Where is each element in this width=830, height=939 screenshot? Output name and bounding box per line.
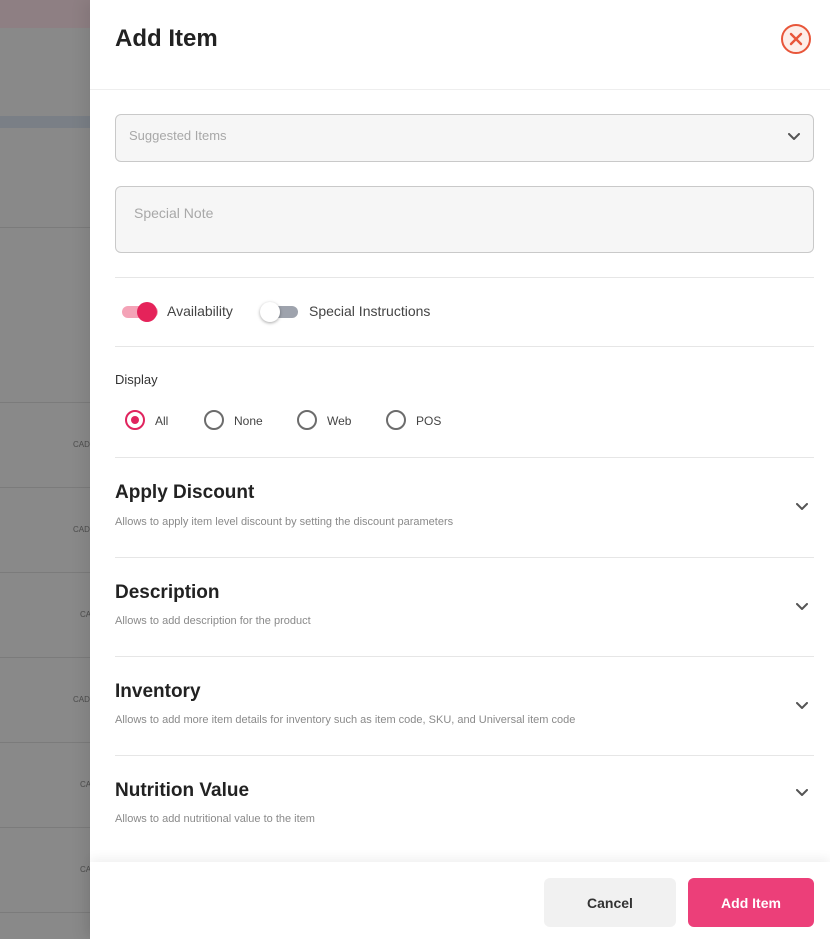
- backdrop-band: [0, 116, 90, 128]
- accordion-inventory[interactable]: Inventory Allows to add more item detail…: [115, 669, 814, 759]
- backdrop-currency-label: CAD: [73, 525, 90, 534]
- display-radio-pos[interactable]: [386, 410, 406, 430]
- toggle-knob: [137, 302, 157, 322]
- divider: [115, 346, 814, 347]
- display-option-pos-label: POS: [416, 414, 442, 428]
- drawer-header: Add Item: [90, 0, 830, 90]
- display-label: Display: [115, 372, 158, 387]
- chevron-down-icon: [796, 702, 808, 709]
- accordion-subtitle: Allows to add description for the produc…: [115, 615, 311, 627]
- close-button[interactable]: [781, 24, 811, 54]
- divider: [115, 755, 814, 756]
- accordion-apply-discount[interactable]: Apply Discount Allows to apply item leve…: [115, 470, 814, 560]
- accordion-title: Nutrition Value: [115, 780, 250, 801]
- backdrop-currency-label: CAD: [73, 440, 90, 449]
- drawer-footer: Cancel Add Item: [90, 862, 830, 939]
- availability-toggle[interactable]: [120, 301, 160, 322]
- accordion-subtitle: Allows to add nutritional value to the i…: [115, 813, 315, 825]
- backdrop-currency-label: CAD: [73, 695, 90, 704]
- chevron-down-icon: [788, 133, 800, 140]
- display-option-web-label: Web: [327, 414, 352, 428]
- chevron-down-icon: [796, 789, 808, 796]
- backdrop-currency-label: CA: [80, 780, 90, 789]
- suggested-items-placeholder: Suggested Items: [129, 128, 227, 143]
- divider: [115, 557, 814, 558]
- display-radio-web[interactable]: [297, 410, 317, 430]
- backdrop-divider: [0, 912, 90, 913]
- add-item-button[interactable]: Add Item: [688, 878, 814, 927]
- accordion-nutrition-value[interactable]: Nutrition Value Allows to add nutritiona…: [115, 768, 814, 858]
- accordion-subtitle: Allows to add more item details for inve…: [115, 714, 576, 726]
- backdrop-header: [0, 0, 90, 28]
- display-option-none-label: None: [234, 414, 263, 428]
- divider: [115, 656, 814, 657]
- backdrop-divider: [0, 487, 90, 488]
- special-instructions-toggle[interactable]: [260, 301, 300, 322]
- toggle-knob: [260, 302, 280, 322]
- special-instructions-label: Special Instructions: [309, 303, 431, 319]
- backdrop-divider: [0, 742, 90, 743]
- drawer-title: Add Item: [115, 25, 218, 52]
- availability-label: Availability: [167, 303, 233, 319]
- chevron-down-icon: [796, 603, 808, 610]
- accordion-title: Inventory: [115, 681, 201, 702]
- backdrop-divider: [0, 402, 90, 403]
- display-radio-none[interactable]: [204, 410, 224, 430]
- backdrop-divider: [0, 827, 90, 828]
- page-backdrop: CAD CAD CA CAD CA CA: [0, 0, 90, 939]
- special-note-field[interactable]: [115, 186, 814, 253]
- display-radio-all[interactable]: [125, 410, 145, 430]
- close-icon: [789, 32, 803, 46]
- accordion-description[interactable]: Description Allows to add description fo…: [115, 570, 814, 660]
- suggested-items-select[interactable]: Suggested Items: [115, 114, 814, 162]
- backdrop-divider: [0, 572, 90, 573]
- divider: [115, 457, 814, 458]
- accordion-title: Description: [115, 582, 220, 603]
- accordion-subtitle: Allows to apply item level discount by s…: [115, 516, 454, 528]
- cancel-button[interactable]: Cancel: [544, 878, 676, 927]
- add-item-drawer: Add Item Suggested Items Availability Sp…: [90, 0, 830, 939]
- backdrop-currency-label: CA: [80, 865, 90, 874]
- backdrop-divider: [0, 227, 90, 228]
- chevron-down-icon: [796, 503, 808, 510]
- divider: [115, 277, 814, 278]
- backdrop-currency-label: CA: [80, 610, 90, 619]
- backdrop-divider: [0, 657, 90, 658]
- accordion-title: Apply Discount: [115, 482, 255, 503]
- display-option-all-label: All: [155, 414, 169, 428]
